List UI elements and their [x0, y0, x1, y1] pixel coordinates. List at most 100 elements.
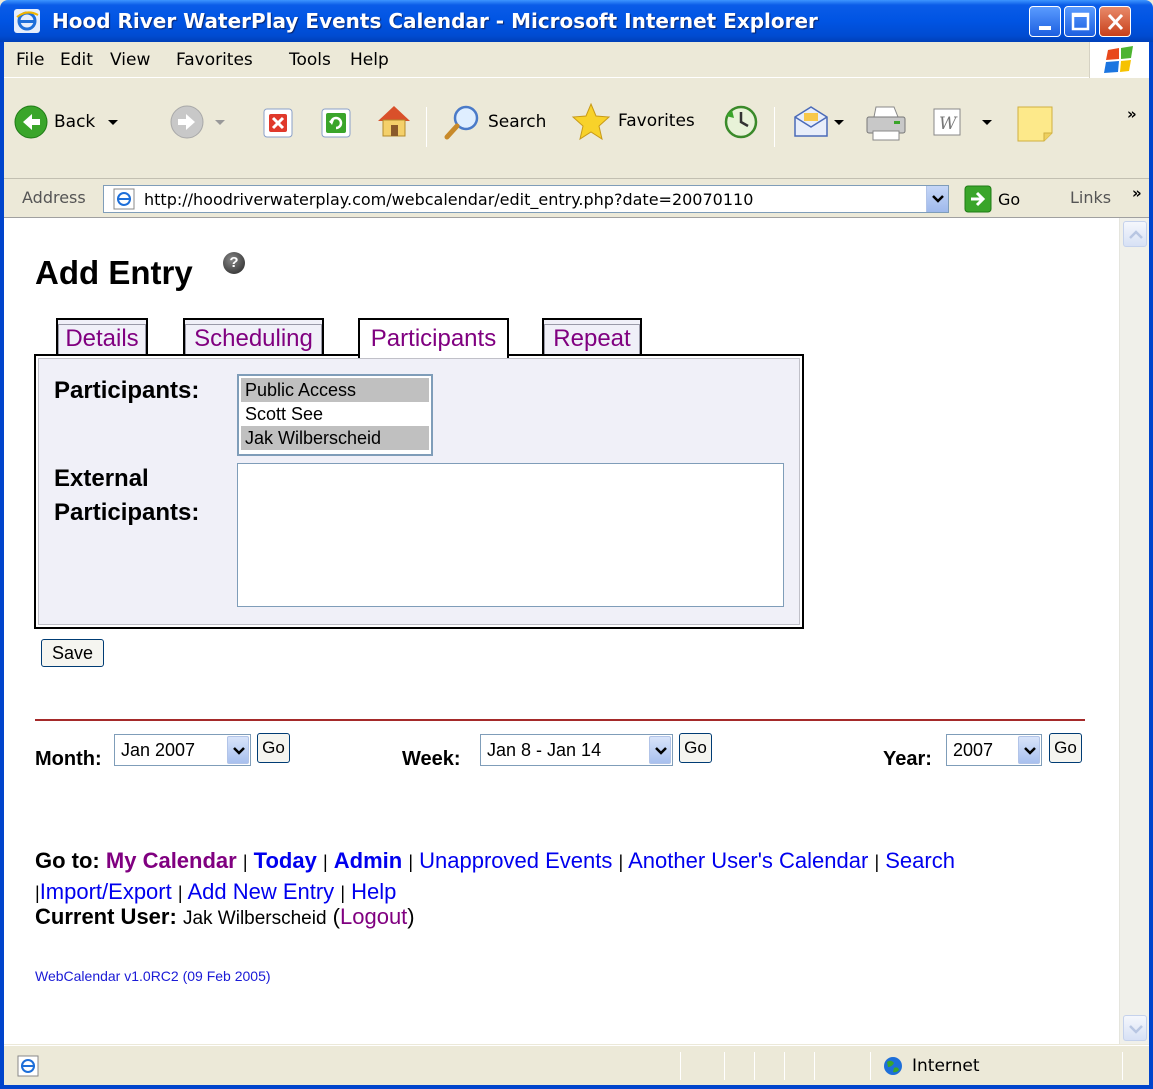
month-select-value: Jan 2007: [121, 740, 196, 760]
toolbar-more-chevron-icon[interactable]: »: [1127, 105, 1137, 123]
another-user-calendar-link[interactable]: Another User's Calendar: [628, 848, 868, 873]
my-calendar-link[interactable]: My Calendar: [106, 848, 237, 873]
month-go-button[interactable]: Go: [257, 733, 290, 763]
version-link[interactable]: WebCalendar v1.0RC2 (09 Feb 2005): [35, 968, 271, 984]
address-dropdown-button[interactable]: [926, 186, 948, 212]
refresh-button[interactable]: [320, 107, 352, 139]
mail-icon: [794, 106, 828, 137]
participant-option[interactable]: Public Access: [241, 378, 429, 402]
horizontal-divider: [35, 719, 1085, 721]
admin-link[interactable]: Admin: [334, 848, 402, 873]
goto-nav: Go to: My Calendar | Today | Admin | Una…: [35, 846, 1115, 908]
go-button[interactable]: Go: [964, 185, 1020, 213]
tab-participants[interactable]: Participants: [358, 318, 509, 358]
internet-globe-icon: [884, 1057, 902, 1075]
back-button[interactable]: Back: [14, 105, 121, 139]
home-button[interactable]: [374, 101, 414, 139]
stop-button[interactable]: [262, 107, 294, 139]
help-icon[interactable]: ?: [223, 252, 245, 274]
go-label: Go: [998, 189, 1021, 209]
participants-listbox[interactable]: Public Access Scott See Jak Wilberscheid: [237, 374, 433, 456]
back-dropdown-icon[interactable]: [105, 117, 121, 127]
page-icon: [113, 188, 135, 210]
history-icon: [724, 105, 758, 139]
mail-dropdown-icon[interactable]: [832, 117, 846, 127]
separator: |: [340, 883, 345, 903]
edit-dropdown-icon[interactable]: [980, 117, 994, 127]
current-user-name: Jak Wilberscheid: [182, 908, 327, 929]
search-link[interactable]: Search: [885, 848, 955, 873]
forward-dropdown-icon[interactable]: [212, 117, 228, 127]
menu-favorites[interactable]: Favorites: [176, 50, 253, 70]
tab-repeat[interactable]: Repeat: [542, 318, 642, 358]
import-export-link[interactable]: Import/Export: [40, 879, 172, 904]
menu-tools[interactable]: Tools: [289, 50, 331, 70]
menu-edit[interactable]: Edit: [60, 50, 93, 70]
week-select[interactable]: Jan 8 - Jan 14: [480, 734, 673, 766]
week-go-button[interactable]: Go: [679, 733, 712, 763]
title-bar[interactable]: Hood River WaterPlay Events Calendar - M…: [0, 0, 1153, 42]
mail-button[interactable]: [792, 105, 846, 139]
svg-text:W: W: [939, 114, 958, 134]
scroll-down-button[interactable]: [1123, 1015, 1147, 1041]
edit-word-button[interactable]: W: [932, 107, 994, 137]
menu-file[interactable]: File: [16, 50, 44, 70]
links-label[interactable]: Links: [1070, 188, 1111, 207]
history-button[interactable]: [722, 103, 760, 141]
address-label: Address: [22, 188, 86, 207]
participant-option[interactable]: Jak Wilberscheid: [241, 426, 429, 450]
menu-help[interactable]: Help: [350, 50, 389, 70]
month-select[interactable]: Jan 2007: [114, 734, 251, 766]
stop-icon: [263, 108, 293, 138]
year-go-button[interactable]: Go: [1049, 733, 1082, 763]
save-button[interactable]: Save: [41, 639, 104, 667]
page-title: Add Entry: [35, 254, 193, 291]
refresh-icon: [321, 108, 351, 138]
tab-scheduling[interactable]: Scheduling: [183, 318, 324, 358]
tab-details-label: Details: [58, 324, 146, 358]
chevron-down-icon: [649, 736, 671, 764]
menu-view[interactable]: View: [110, 50, 150, 70]
toolbar-separator: [426, 107, 427, 147]
window-border-bottom: [0, 1085, 1153, 1089]
chevron-down-icon: [227, 736, 249, 764]
maximize-button[interactable]: [1064, 6, 1096, 37]
vertical-scrollbar[interactable]: [1119, 218, 1149, 1044]
forward-button[interactable]: [170, 105, 228, 139]
minimize-button[interactable]: [1029, 6, 1061, 37]
printer-icon: [866, 106, 906, 141]
search-button[interactable]: Search: [442, 103, 546, 141]
sticky-note-icon: [1017, 106, 1053, 142]
separator: |: [408, 852, 414, 872]
notes-button[interactable]: [1016, 105, 1054, 143]
address-input[interactable]: http://hoodriverwaterplay.com/webcalenda…: [103, 185, 949, 213]
print-button[interactable]: [864, 103, 908, 143]
current-user-label: Current User:: [35, 904, 177, 929]
add-new-entry-link[interactable]: Add New Entry: [187, 879, 334, 904]
year-label: Year:: [883, 748, 932, 770]
separator: |: [874, 852, 880, 872]
logout-link[interactable]: Logout: [340, 904, 407, 929]
go-arrow-icon: [964, 185, 992, 213]
favorites-button[interactable]: Favorites: [570, 101, 695, 141]
close-button[interactable]: [1099, 6, 1131, 37]
address-url: http://hoodriverwaterplay.com/webcalenda…: [144, 190, 754, 209]
status-separator: [784, 1052, 785, 1080]
paren: ): [407, 904, 415, 929]
tab-details[interactable]: Details: [56, 318, 148, 358]
current-user-line: Current User: Jak Wilberscheid (Logout): [35, 904, 415, 930]
external-participants-textarea[interactable]: [237, 463, 784, 607]
ie-logo-icon: [14, 9, 40, 33]
participant-option[interactable]: Scott See: [241, 402, 429, 426]
help-link[interactable]: Help: [351, 879, 396, 904]
separator: |: [242, 852, 248, 872]
participants-label: Participants:: [54, 377, 200, 404]
links-chevron-icon[interactable]: »: [1132, 184, 1142, 202]
goto-label: Go to:: [35, 848, 100, 873]
favorites-label: Favorites: [618, 111, 695, 131]
year-select[interactable]: 2007: [946, 734, 1042, 766]
maximize-icon: [1071, 12, 1090, 31]
today-link[interactable]: Today: [254, 848, 317, 873]
scroll-up-button[interactable]: [1123, 221, 1147, 247]
unapproved-events-link[interactable]: Unapproved Events: [419, 848, 612, 873]
